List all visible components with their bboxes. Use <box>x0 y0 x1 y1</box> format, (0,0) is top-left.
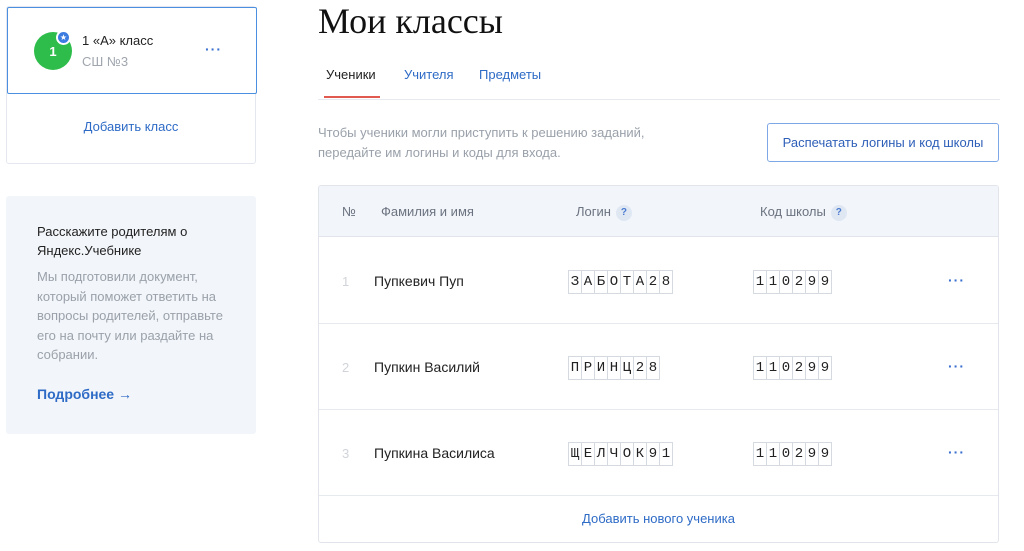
login-code: ПРИНЦ28 <box>568 356 660 380</box>
class-school: СШ №3 <box>82 54 129 69</box>
school-code: 110299 <box>753 442 832 466</box>
parents-title: Расскажите родителям о Яндекс.Учебнике <box>37 224 188 258</box>
class-card: 1 ★ 1 «А» класс СШ №3 ··· Добавить класс <box>6 6 257 164</box>
help-icon[interactable]: ? <box>830 204 847 221</box>
login-code: ЗАБОТА28 <box>568 270 673 294</box>
table-header: № Фамилия и имя Логин? Код школы? <box>319 186 998 237</box>
row-menu-button[interactable]: ··· <box>948 272 965 288</box>
active-tab-indicator <box>324 96 380 98</box>
tab-teachers[interactable]: Учителя <box>404 67 454 82</box>
code-char: 8 <box>646 356 660 380</box>
code-char: 9 <box>805 270 819 294</box>
header-name: Фамилия и имя <box>381 204 474 219</box>
student-name: Пупкина Василиса <box>374 445 495 461</box>
code-char: О <box>607 270 621 294</box>
hint-text: Чтобы ученики могли приступить к решению… <box>318 125 645 160</box>
code-char: Р <box>581 356 595 380</box>
school-code: 110299 <box>753 356 832 380</box>
row-number: 3 <box>342 446 350 461</box>
code-char: 1 <box>753 356 767 380</box>
table-row: 3 Пупкина Василиса ЩЕЛЧОК91 110299 ··· <box>319 410 998 496</box>
school-code: 110299 <box>753 270 832 294</box>
header-login: Логин? <box>576 204 632 221</box>
code-char: П <box>568 356 582 380</box>
code-char: 2 <box>646 270 660 294</box>
code-char: 9 <box>818 356 832 380</box>
add-class-link[interactable]: Добавить класс <box>7 119 255 134</box>
code-char: 2 <box>792 356 806 380</box>
code-char: 8 <box>659 270 673 294</box>
code-char: З <box>568 270 582 294</box>
code-char: 0 <box>779 442 793 466</box>
code-char: Т <box>620 270 634 294</box>
row-number: 2 <box>342 360 350 375</box>
code-char: 1 <box>659 442 673 466</box>
row-menu-button[interactable]: ··· <box>948 444 965 460</box>
class-name: 1 «А» класс <box>82 33 154 48</box>
header-school-code: Код школы? <box>760 204 847 221</box>
add-student-link[interactable]: Добавить нового ученика <box>319 511 998 526</box>
tabs: Ученики Учителя Предметы <box>318 60 1000 100</box>
code-char: 9 <box>805 442 819 466</box>
star-icon: ★ <box>56 30 71 45</box>
table-row: 1 Пупкевич Пуп ЗАБОТА28 110299 ··· <box>319 238 998 324</box>
header-num: № <box>342 204 356 219</box>
code-char: 9 <box>818 442 832 466</box>
code-char: Ц <box>620 356 634 380</box>
students-table: № Фамилия и имя Логин? Код школы? 1 Пупк… <box>318 185 999 543</box>
code-char: А <box>633 270 647 294</box>
code-char: 1 <box>766 270 780 294</box>
code-char: 2 <box>633 356 647 380</box>
help-icon[interactable]: ? <box>615 204 632 221</box>
code-char: 2 <box>792 442 806 466</box>
student-name: Пупкин Василий <box>374 359 480 375</box>
code-char: Н <box>607 356 621 380</box>
more-link[interactable]: Подробнее → <box>37 386 132 402</box>
code-char: 1 <box>766 442 780 466</box>
print-logins-button[interactable]: Распечатать логины и код школы <box>767 123 999 162</box>
header-login-label: Логин <box>576 204 611 219</box>
header-school-code-label: Код школы <box>760 204 826 219</box>
row-number: 1 <box>342 274 350 289</box>
page-title: Мои классы <box>318 1 503 41</box>
code-char: К <box>633 442 647 466</box>
code-char: А <box>581 270 595 294</box>
student-name: Пупкевич Пуп <box>374 273 464 289</box>
code-char: 9 <box>646 442 660 466</box>
parents-text: Мы подготовили документ, который поможет… <box>37 269 223 362</box>
code-char: 9 <box>818 270 832 294</box>
code-char: 9 <box>805 356 819 380</box>
table-row: 2 Пупкин Василий ПРИНЦ28 110299 ··· <box>319 324 998 410</box>
parents-info-card: Расскажите родителям о Яндекс.Учебнике М… <box>6 196 256 434</box>
code-char: 1 <box>766 356 780 380</box>
tab-students[interactable]: Ученики <box>326 67 376 82</box>
login-code: ЩЕЛЧОК91 <box>568 442 673 466</box>
tab-subjects[interactable]: Предметы <box>479 67 541 82</box>
code-char: 0 <box>779 270 793 294</box>
code-char: Б <box>594 270 608 294</box>
code-char: Щ <box>568 442 582 466</box>
class-menu-button[interactable]: ··· <box>205 41 222 57</box>
code-char: 0 <box>779 356 793 380</box>
code-char: И <box>594 356 608 380</box>
code-char: 1 <box>753 270 767 294</box>
class-card-selected[interactable]: 1 ★ 1 «А» класс СШ №3 ··· <box>7 7 257 94</box>
code-char: 1 <box>753 442 767 466</box>
code-char: Л <box>594 442 608 466</box>
code-char: О <box>620 442 634 466</box>
code-char: 2 <box>792 270 806 294</box>
code-char: Ч <box>607 442 621 466</box>
code-char: Е <box>581 442 595 466</box>
row-menu-button[interactable]: ··· <box>948 358 965 374</box>
